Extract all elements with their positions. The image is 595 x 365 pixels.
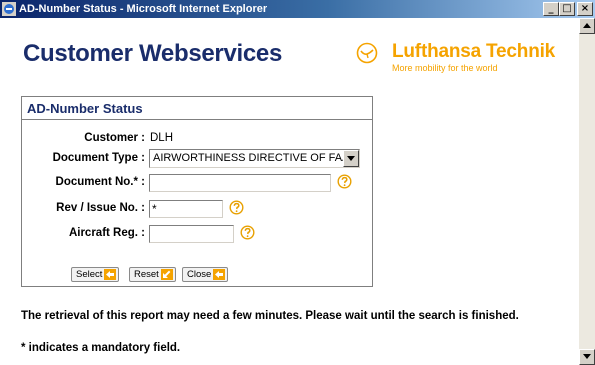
dropdown-button[interactable] — [343, 150, 359, 167]
scroll-down-button[interactable] — [579, 349, 595, 365]
close-button-label: Close — [187, 269, 212, 280]
vertical-scrollbar[interactable] — [579, 18, 595, 365]
window-title: AD-Number Status - Microsoft Internet Ex… — [19, 3, 268, 15]
revision-issue-row: Rev / Issue No. : — [22, 199, 372, 219]
internet-explorer-icon — [2, 2, 16, 16]
mandatory-field-note: * indicates a mandatory field. — [21, 342, 181, 354]
arrow-down-left-icon — [160, 269, 173, 280]
close-window-button[interactable]: × — [577, 2, 593, 16]
arrow-left-icon — [213, 269, 226, 280]
reset-button-label: Reset — [134, 269, 159, 280]
brand-name: Lufthansa Technik — [392, 41, 556, 62]
revision-issue-label: Rev / Issue No. : — [56, 202, 145, 214]
scroll-up-button[interactable] — [579, 18, 595, 34]
document-number-row: Document No.* : — [22, 173, 372, 193]
help-question-icon[interactable] — [240, 225, 255, 240]
chevron-down-icon — [347, 156, 355, 161]
help-question-icon[interactable] — [229, 200, 244, 215]
reset-button[interactable]: Reset — [129, 267, 176, 282]
brand-tagline: More mobility for the world — [392, 63, 498, 73]
minimize-button[interactable]: _ — [543, 2, 559, 16]
select-button[interactable]: Select — [71, 267, 120, 282]
help-question-icon[interactable] — [337, 174, 352, 189]
lufthansa-crane-logo-icon — [356, 42, 378, 64]
aircraft-registration-input[interactable] — [149, 225, 234, 243]
ad-number-status-form: AD-Number Status Customer : DLH Document… — [21, 96, 373, 287]
form-actions: Select Reset Close — [22, 267, 372, 287]
caret-up-icon — [583, 23, 591, 28]
document-type-label: Document Type : — [52, 152, 145, 164]
document-number-label: Document No.* : — [55, 176, 145, 188]
caret-down-icon — [583, 354, 591, 359]
customer-row: Customer : DLH — [22, 129, 372, 149]
select-button-label: Select — [76, 269, 103, 280]
page-title: Customer Webservices — [23, 40, 283, 67]
close-button[interactable]: Close — [182, 267, 229, 282]
revision-issue-input[interactable] — [149, 200, 223, 218]
retrieval-notice: The retrieval of this report may need a … — [21, 310, 519, 322]
aircraft-registration-row: Aircraft Reg. : — [22, 224, 372, 244]
document-type-selected-value: AIRWORTHINESS DIRECTIVE OF FAA — [153, 152, 343, 164]
arrow-left-icon — [104, 269, 117, 280]
window-title-bar[interactable]: AD-Number Status - Microsoft Internet Ex… — [0, 0, 595, 18]
document-type-select[interactable]: AIRWORTHINESS DIRECTIVE OF FAA — [149, 149, 360, 168]
document-number-input[interactable] — [149, 174, 331, 192]
customer-label: Customer : — [84, 132, 145, 144]
customer-value: DLH — [150, 132, 174, 144]
aircraft-registration-label: Aircraft Reg. : — [68, 227, 145, 239]
form-heading: AD-Number Status — [22, 97, 372, 120]
document-type-row: Document Type : AIRWORTHINESS DIRECTIVE … — [22, 149, 372, 169]
maximize-button[interactable]: □ — [559, 2, 575, 16]
